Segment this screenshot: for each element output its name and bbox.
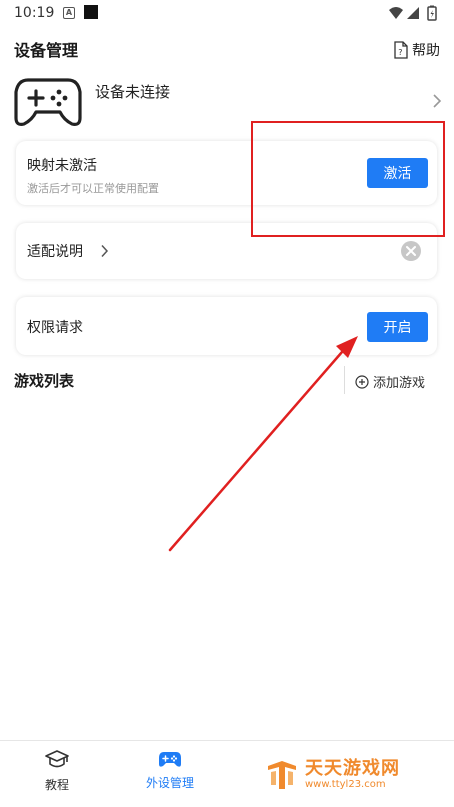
permission-label: 权限请求 — [27, 320, 83, 336]
annotation-highlight-box — [251, 121, 445, 237]
device-status: 设备未连接 — [95, 83, 171, 101]
watermark: 天天游戏网 www.ttyl23.com — [265, 758, 400, 792]
watermark-url: www.ttyl23.com — [305, 779, 386, 790]
help-button[interactable]: ? 帮助 — [393, 40, 440, 60]
plus-circle-icon — [355, 374, 369, 389]
graduation-cap-icon — [45, 750, 69, 768]
permission-card: 权限请求 开启 — [16, 297, 437, 355]
mapping-status-subtitle: 激活后才可以正常使用配置 — [27, 182, 159, 195]
nav-tab-peripheral-label: 外设管理 — [145, 776, 194, 790]
wifi-signal-battery-icon — [389, 5, 437, 21]
watermark-logo-icon — [268, 761, 296, 789]
svg-text:?: ? — [398, 48, 402, 57]
chevron-right-icon — [433, 94, 442, 108]
add-game-label: 添加游戏 — [373, 376, 426, 391]
guide-label: 适配说明 — [27, 244, 83, 260]
nav-tab-tutorial[interactable]: 教程 — [36, 749, 78, 793]
watermark-name: 天天游戏网 — [305, 758, 400, 779]
chevron-right-icon — [101, 244, 109, 258]
gamepad-icon — [159, 752, 181, 767]
close-icon[interactable] — [401, 241, 421, 261]
add-game-button[interactable]: 添加游戏 — [355, 372, 425, 391]
status-time: 10:19 — [14, 5, 55, 21]
nav-tab-peripheral[interactable]: 外设管理 — [134, 749, 206, 791]
gamepad-icon — [14, 78, 82, 126]
mapping-status-title: 映射未激活 — [27, 158, 97, 174]
header: 设备管理 ? 帮助 — [0, 36, 454, 64]
help-label: 帮助 — [412, 43, 440, 59]
enable-permission-button[interactable]: 开启 — [367, 312, 428, 342]
notification-square-icon — [84, 5, 98, 19]
page-title: 设备管理 — [14, 41, 79, 60]
status-icons — [388, 5, 440, 25]
game-list-title: 游戏列表 — [14, 372, 75, 390]
divider — [344, 366, 345, 394]
nav-tab-tutorial-label: 教程 — [44, 778, 69, 792]
status-bar: 10:19 A — [0, 0, 454, 28]
notification-a-icon: A — [63, 7, 75, 19]
help-document-icon: ? — [394, 41, 408, 59]
